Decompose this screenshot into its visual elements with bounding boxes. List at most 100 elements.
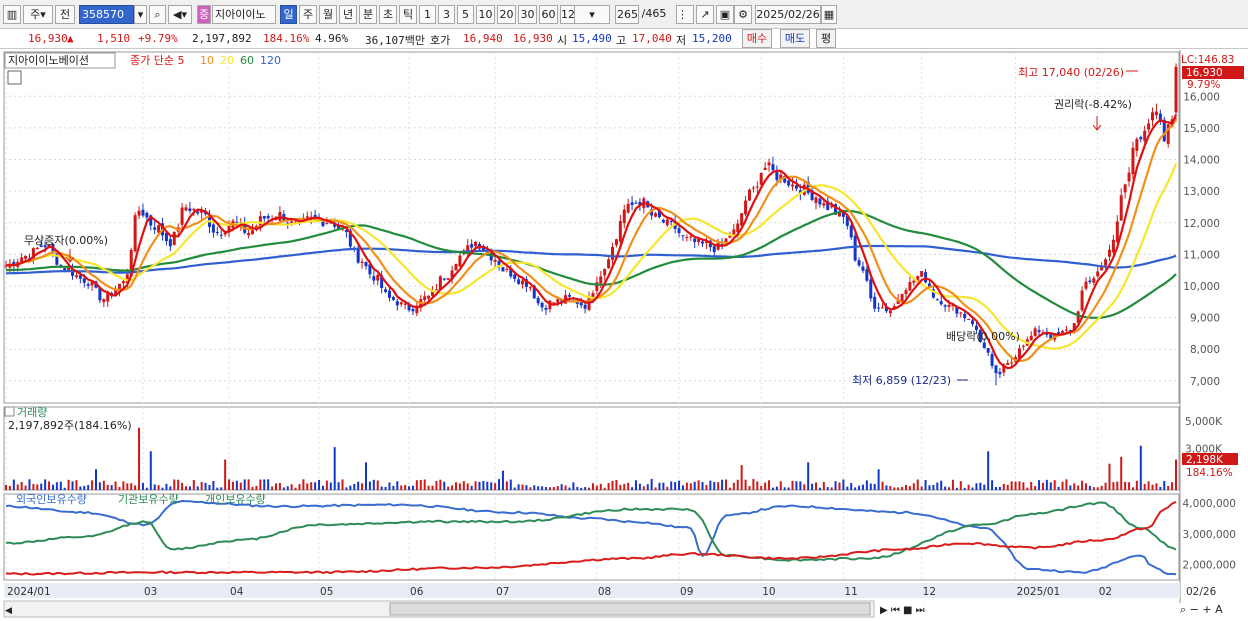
candle-body xyxy=(434,289,438,291)
volume-bar xyxy=(138,427,141,490)
volume-bar xyxy=(1171,482,1174,490)
candle-body xyxy=(372,276,376,281)
volume-bar xyxy=(235,480,238,490)
volume-bar xyxy=(736,479,739,490)
volume-bar xyxy=(71,481,74,490)
candle-body xyxy=(411,309,415,312)
tab-month[interactable]: 월 xyxy=(319,5,337,24)
scrollbar-thumb xyxy=(389,602,871,616)
candle-body xyxy=(415,307,419,314)
tab-day[interactable]: 일 xyxy=(280,5,297,24)
volume-bar xyxy=(920,486,923,490)
volume-bar xyxy=(196,486,199,490)
interval-dropdown[interactable]: ▾ xyxy=(574,5,610,24)
volume-bar xyxy=(51,484,54,490)
candle-body xyxy=(356,248,360,263)
time-tick-label: 08 xyxy=(598,586,611,598)
legend-ma120: 120 xyxy=(260,54,281,67)
chart-area[interactable]: 16,000 15,000 14,000 13,000 12,000 11,000 10,0… xyxy=(0,50,1248,621)
volume-bar xyxy=(631,487,634,490)
candle-body xyxy=(1111,239,1115,253)
volume-bar xyxy=(1135,480,1138,490)
volume-bar xyxy=(259,479,262,490)
low-annotation: 최저 6,859 (12/23) xyxy=(852,374,951,387)
candle-body xyxy=(501,267,505,272)
speaker-icon[interactable]: ◀▾ xyxy=(168,5,192,24)
volume-bar xyxy=(615,479,618,490)
candle-body xyxy=(924,272,928,283)
candle-body xyxy=(935,299,939,301)
volume-bar xyxy=(940,480,943,490)
volume-bar xyxy=(427,485,430,490)
interval-20[interactable]: 20 xyxy=(497,5,516,24)
candle-body xyxy=(1080,290,1084,311)
candle-body xyxy=(943,305,947,307)
tab-tick[interactable]: 틱 xyxy=(399,5,417,24)
volume-bar xyxy=(278,483,281,490)
market-select[interactable]: 주▾ xyxy=(23,5,53,24)
volume-bar xyxy=(674,482,677,490)
volume-bar xyxy=(494,483,497,490)
tab-week[interactable]: 주 xyxy=(299,5,317,24)
volume-bar xyxy=(959,481,962,490)
candle-body xyxy=(1006,362,1010,366)
volume-bar xyxy=(12,479,15,490)
grid-icon[interactable]: ⋮⋮ xyxy=(676,5,694,24)
interval-10[interactable]: 10 xyxy=(476,5,495,24)
volume-bar xyxy=(998,486,1001,490)
volume-bar xyxy=(1088,485,1091,490)
candle-body xyxy=(654,213,658,217)
sell-button[interactable]: 매도 xyxy=(780,29,810,48)
volume-bar xyxy=(1002,483,1005,490)
candle-body xyxy=(395,301,399,306)
volume-bar xyxy=(967,484,970,490)
date-input[interactable]: 2025/02/26 xyxy=(755,5,821,24)
volume-bar xyxy=(791,480,794,490)
candle-body xyxy=(665,219,669,226)
candle-body xyxy=(1119,195,1123,221)
interval-3[interactable]: 3 xyxy=(438,5,455,24)
volume-bar xyxy=(991,480,994,490)
time-tick-label: 12 xyxy=(923,586,936,598)
calendar-icon[interactable]: ▦ xyxy=(821,5,837,24)
interval-1[interactable]: 1 xyxy=(419,5,436,24)
candle-body xyxy=(771,164,775,171)
stock-code-input[interactable]: 358570 xyxy=(79,5,134,24)
volume-bar xyxy=(204,482,207,490)
volume-bar xyxy=(678,480,681,490)
menu-icon[interactable]: ▥ xyxy=(3,5,21,24)
volume-bar xyxy=(24,485,27,490)
interval-60[interactable]: 60 xyxy=(539,5,558,24)
candle-body xyxy=(540,302,544,308)
draw-icon[interactable]: ↗ xyxy=(696,5,714,24)
search-icon[interactable]: ⌕ xyxy=(149,5,166,24)
volume-bar xyxy=(368,481,371,490)
code-dropdown-icon[interactable]: ▾ xyxy=(134,5,147,24)
volume-bar xyxy=(1159,486,1162,490)
gear-icon[interactable]: ⚙ xyxy=(734,5,752,24)
volume-bar xyxy=(951,479,954,490)
volume-bar xyxy=(294,487,297,490)
count-input[interactable]: 265 xyxy=(615,5,639,24)
volume-bar xyxy=(725,479,727,490)
interval-30[interactable]: 30 xyxy=(518,5,537,24)
playback-icons: ▶ ⏮ ■ ⏭ xyxy=(880,605,925,616)
buy-button[interactable]: 매수 xyxy=(742,29,772,48)
interval-5[interactable]: 5 xyxy=(457,5,474,24)
volume-bar xyxy=(255,485,258,490)
volume-bar xyxy=(697,480,700,490)
save-icon[interactable]: ▣ xyxy=(716,5,734,24)
tab-second[interactable]: 초 xyxy=(379,5,397,24)
volume-bar xyxy=(658,482,661,490)
volume-bar xyxy=(603,487,606,490)
volume-bar xyxy=(447,486,450,490)
prev-button[interactable]: 전 xyxy=(55,5,75,24)
volume-bar xyxy=(764,482,767,490)
count-total: /465 xyxy=(641,7,667,20)
eval-button[interactable]: 평 xyxy=(816,29,836,48)
tab-year[interactable]: 년 xyxy=(339,5,357,24)
tab-minute[interactable]: 분 xyxy=(359,5,377,24)
candle-body xyxy=(556,299,560,303)
candle-body xyxy=(904,290,908,295)
volume-bar xyxy=(349,485,352,490)
